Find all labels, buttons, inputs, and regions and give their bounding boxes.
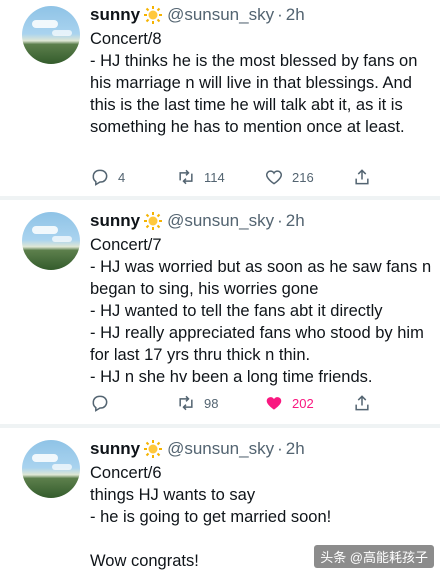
action-bar: 98 202: [90, 392, 390, 414]
display-name[interactable]: sunny: [90, 439, 140, 459]
action-bar: 4 114 216: [90, 166, 390, 188]
separator-dot: ·: [277, 211, 283, 230]
tweet-divider: [0, 424, 440, 428]
share-button[interactable]: [352, 166, 372, 188]
share-button[interactable]: [352, 392, 372, 414]
handle[interactable]: @sunsun_sky: [167, 211, 274, 231]
like-button[interactable]: 202: [264, 392, 314, 414]
retweet-icon: [179, 395, 193, 411]
avatar[interactable]: [22, 212, 80, 270]
timestamp[interactable]: 2h: [286, 439, 305, 459]
like-count: 202: [292, 395, 314, 411]
share-icon: [355, 169, 369, 185]
reply-count: 4: [118, 169, 126, 185]
share-icon: [355, 395, 369, 411]
tweet[interactable]: sunny @sunsun_sky · 2h Concert/8 - HJ th…: [0, 4, 440, 200]
display-name[interactable]: sunny: [90, 5, 140, 25]
sun-icon: [144, 6, 163, 24]
heart-filled-icon: [266, 397, 282, 410]
separator-dot: ·: [277, 5, 283, 24]
tweet-text: Concert/7 - HJ was worried but as soon a…: [90, 236, 432, 386]
retweet-count: 114: [204, 169, 225, 185]
retweet-icon: [179, 169, 193, 185]
reply-button[interactable]: [90, 392, 110, 414]
sun-icon: [144, 212, 163, 230]
tweet-header: sunny @sunsun_sky · 2h: [90, 4, 305, 26]
reply-icon: [92, 395, 108, 412]
retweet-button[interactable]: 98: [176, 392, 218, 414]
tweet[interactable]: sunny @sunsun_sky · 2h Concert/7 - HJ wa…: [0, 210, 440, 434]
reply-button[interactable]: 4: [90, 166, 125, 188]
sun-icon: [144, 440, 163, 458]
separator-dot: ·: [277, 439, 283, 458]
avatar[interactable]: [22, 440, 80, 498]
display-name[interactable]: sunny: [90, 211, 140, 231]
tweet-divider: [0, 196, 440, 200]
watermark: 头条 @高能耗孩子: [314, 545, 434, 568]
tweet-header: sunny @sunsun_sky · 2h: [90, 210, 305, 232]
handle[interactable]: @sunsun_sky: [167, 439, 274, 459]
tweet-header: sunny @sunsun_sky · 2h: [90, 438, 305, 460]
reply-icon: [92, 169, 108, 186]
handle[interactable]: @sunsun_sky: [167, 5, 274, 25]
like-count: 216: [292, 169, 314, 185]
timestamp[interactable]: 2h: [286, 5, 305, 25]
retweet-button[interactable]: 114: [176, 166, 225, 188]
tweet-text: Concert/8 - HJ thinks he is the most ble…: [90, 30, 418, 136]
heart-icon: [265, 170, 283, 185]
avatar[interactable]: [22, 6, 80, 64]
like-button[interactable]: 216: [264, 166, 314, 188]
retweet-count: 98: [204, 395, 219, 411]
timestamp[interactable]: 2h: [286, 211, 305, 231]
